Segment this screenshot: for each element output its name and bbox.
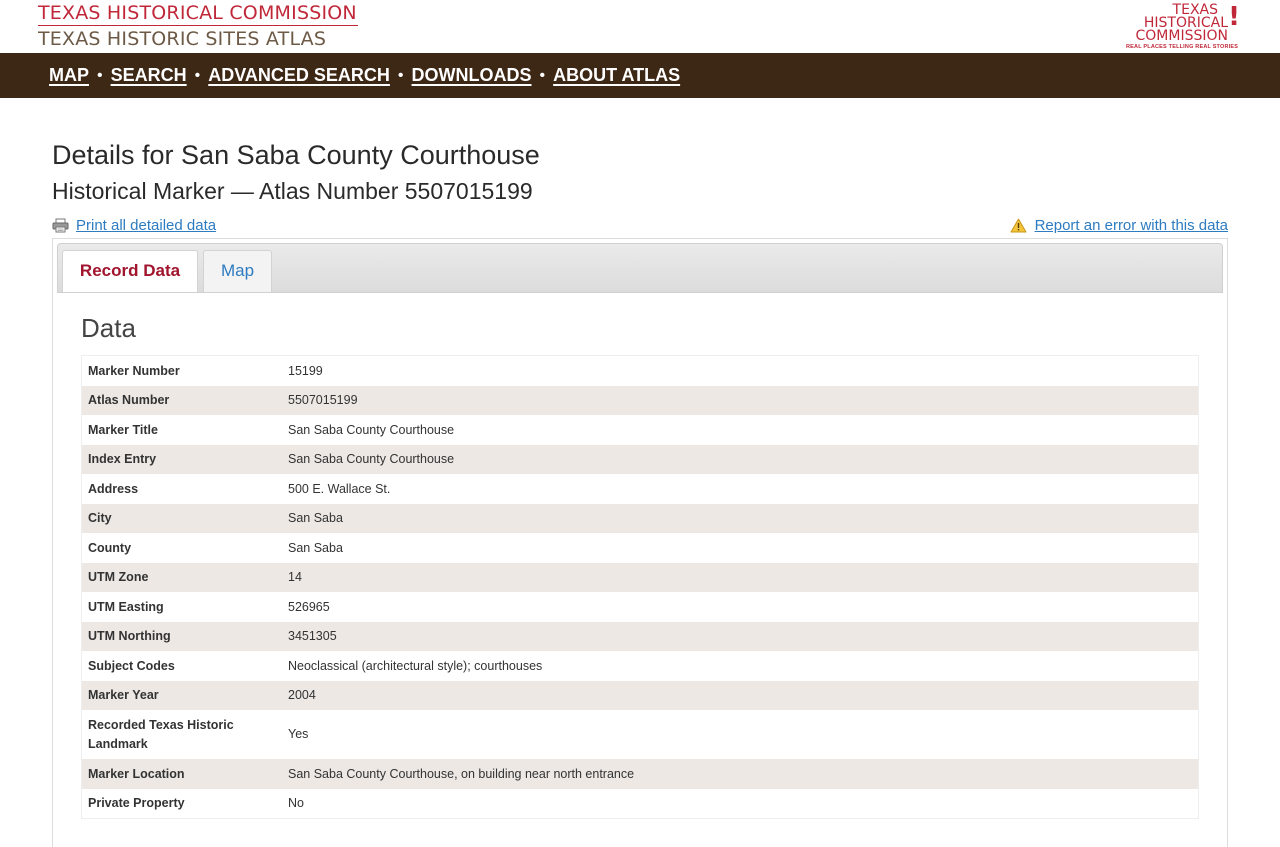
row-value: 2004 — [288, 688, 316, 703]
table-row: Index Entry San Saba County Courthouse — [81, 444, 1199, 474]
table-row: Recorded Texas Historic Landmark Yes — [82, 710, 1199, 759]
table-row: Subject Codes Neoclassical (architectural… — [82, 651, 1199, 681]
main-nav: MAP • SEARCH • ADVANCED SEARCH • DOWNLOA… — [0, 53, 1280, 98]
warning-triangle-icon — [1010, 218, 1027, 233]
table-row: Private Property No — [82, 789, 1199, 819]
table-row: UTM Easting 526965 — [82, 592, 1199, 622]
row-value: 3451305 — [288, 629, 337, 644]
brand-divider — [38, 25, 358, 26]
row-value: San Saba County Courthouse — [288, 422, 455, 437]
row-label: Marker Title — [88, 422, 158, 437]
table-row: City San Saba — [81, 503, 1199, 533]
table-row: UTM Zone 14 — [81, 562, 1199, 592]
nav-item-downloads[interactable]: DOWNLOADS — [412, 65, 532, 86]
report-action[interactable]: Report an error with this data — [1010, 217, 1228, 234]
table-row: Address 500 E. Wallace St. — [82, 474, 1199, 504]
nav-item-map[interactable]: MAP — [49, 65, 89, 86]
report-error-link[interactable]: Report an error with this data — [1035, 217, 1228, 234]
row-label: UTM Northing — [88, 629, 171, 644]
row-value: 5507015199 — [288, 393, 358, 408]
tab-map[interactable]: Map — [203, 250, 272, 292]
page-actions: Print all detailed data Report an error … — [52, 217, 1228, 241]
row-value: No — [288, 796, 304, 811]
row-label: Address — [88, 481, 139, 496]
row-value: Yes — [288, 727, 309, 741]
row-value: 500 E. Wallace St. — [288, 481, 391, 496]
data-heading: Data — [81, 313, 136, 343]
nav-separator: • — [539, 66, 546, 84]
row-label: City — [88, 511, 112, 526]
page-subtitle: Historical Marker — Atlas Number 5507015… — [52, 178, 533, 204]
table-row: Marker Number 15199 — [82, 356, 1199, 386]
row-label: UTM Easting — [88, 599, 164, 614]
print-action[interactable]: Print all detailed data — [52, 217, 216, 234]
table-row: Marker Location San Saba County Courthous… — [81, 759, 1199, 789]
main-content: Details for San Saba County Courthouse H… — [0, 98, 1280, 847]
row-label: Marker Location — [88, 766, 185, 781]
row-label: Subject Codes — [88, 658, 175, 673]
brand-commission-name: TEXAS HISTORICAL COMMISSION — [38, 2, 357, 24]
row-value: 14 — [288, 570, 302, 585]
nav-separator: • — [397, 66, 404, 84]
row-label: County — [88, 540, 132, 555]
table-row: Marker Year 2004 — [81, 680, 1199, 710]
nav-separator: • — [97, 66, 103, 84]
table-row: Marker Title San Saba County Courthouse — [82, 415, 1199, 445]
row-value: San Saba — [288, 511, 343, 526]
record-panel: Record Data Map Data Marker Number 15199 A… — [52, 238, 1228, 847]
table-row: UTM Northing 3451305 — [81, 621, 1199, 651]
row-value: Neoclassical (architectural style); cour… — [288, 658, 543, 673]
data-table: Marker Number 15199 Atlas Number 5507015199… — [81, 355, 1199, 819]
row-value: San Saba County Courthouse — [288, 452, 455, 467]
site-header: TEXAS HISTORICAL COMMISSION TEXAS HISTOR… — [0, 0, 1280, 53]
row-value: San Saba County Courthouse, on building … — [288, 766, 635, 781]
row-label: Index Entry — [88, 452, 157, 467]
row-label: Marker Year — [88, 688, 159, 703]
row-label: Atlas Number — [88, 393, 170, 408]
thc-logo[interactable]: TEXAS HISTORICAL COMMISSION ! REAL PLACE… — [1126, 3, 1244, 50]
nav-separator: • — [194, 66, 201, 84]
print-all-data-link[interactable]: Print all detailed data — [76, 217, 216, 234]
logo-tagline: REAL PLACES TELLING REAL STORIES — [1126, 44, 1239, 50]
row-label: Private Property — [88, 796, 185, 811]
table-row: Atlas Number 5507015199 — [81, 385, 1199, 415]
page-title: Details for San Saba County Courthouse — [52, 140, 540, 170]
nav-item-search[interactable]: SEARCH — [111, 65, 187, 86]
tab-content: Data Marker Number 15199 Atlas Number 55070… — [57, 311, 1223, 819]
tab-record-data[interactable]: Record Data — [62, 250, 198, 292]
row-label: Marker Number — [88, 363, 180, 378]
row-label: Recorded Texas Historic Landmark — [88, 717, 234, 751]
site-brand[interactable]: TEXAS HISTORICAL COMMISSION TEXAS HISTOR… — [38, 2, 358, 50]
logo-exclamation-icon: ! — [1228, 2, 1240, 32]
nav-item-advanced-search[interactable]: ADVANCED SEARCH — [208, 65, 390, 86]
printer-icon — [52, 218, 69, 233]
table-row: County San Saba — [82, 533, 1199, 563]
row-label: UTM Zone — [88, 570, 149, 585]
row-value: 15199 — [288, 363, 323, 378]
logo-line-commission: COMMISSION — [1135, 28, 1228, 44]
brand-atlas-name: TEXAS HISTORIC SITES ATLAS — [38, 28, 327, 50]
tab-bar: Record Data Map — [57, 243, 1223, 293]
row-value: 526965 — [288, 599, 330, 614]
row-value: San Saba — [288, 540, 343, 555]
nav-item-about-atlas[interactable]: ABOUT ATLAS — [553, 65, 680, 86]
